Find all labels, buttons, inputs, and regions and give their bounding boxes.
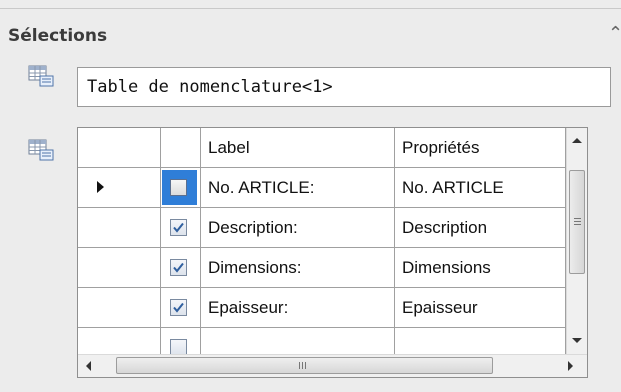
row-header[interactable] bbox=[78, 168, 161, 208]
properties-grid: Label Propriétés No. ARTICLE: No. ARTICL… bbox=[77, 127, 588, 378]
scroll-right-icon[interactable] bbox=[568, 361, 573, 371]
label-cell[interactable]: Epaisseur: bbox=[201, 288, 395, 328]
label-cell[interactable]: Description: bbox=[201, 208, 395, 248]
row-checkbox-cell[interactable] bbox=[161, 288, 201, 328]
label-cell[interactable]: No. ARTICLE: bbox=[201, 168, 395, 208]
column-header-label[interactable]: Label bbox=[201, 128, 395, 168]
label-cell[interactable]: Dimensions: bbox=[201, 248, 395, 288]
row-header[interactable] bbox=[78, 208, 161, 248]
include-checkbox[interactable] bbox=[170, 259, 187, 276]
row-header[interactable] bbox=[78, 328, 161, 354]
scroll-down-icon[interactable] bbox=[572, 338, 582, 343]
scroll-up-icon[interactable] bbox=[572, 138, 582, 143]
property-cell[interactable]: No. ARTICLE bbox=[395, 168, 566, 208]
section-title: Sélections bbox=[8, 26, 108, 46]
focus-indicator bbox=[162, 170, 197, 205]
grid-corner-header bbox=[78, 128, 161, 168]
selected-table-field[interactable]: Table de nomenclature<1> bbox=[77, 67, 611, 107]
row-header[interactable] bbox=[78, 288, 161, 328]
vertical-scrollbar[interactable] bbox=[566, 128, 587, 354]
grid-check-header bbox=[161, 128, 201, 168]
column-header-properties[interactable]: Propriétés bbox=[395, 128, 566, 168]
include-checkbox[interactable] bbox=[170, 339, 187, 354]
include-checkbox[interactable] bbox=[170, 179, 187, 196]
table-select-icon[interactable] bbox=[27, 63, 57, 91]
property-cell[interactable]: Description bbox=[395, 208, 566, 248]
horizontal-scroll-thumb[interactable] bbox=[116, 357, 493, 374]
include-checkbox[interactable] bbox=[170, 219, 187, 236]
property-cell[interactable] bbox=[395, 328, 566, 354]
vertical-scroll-thumb[interactable] bbox=[569, 170, 585, 274]
row-checkbox-cell[interactable] bbox=[161, 248, 201, 288]
row-checkbox-cell[interactable] bbox=[161, 168, 201, 208]
scroll-left-icon[interactable] bbox=[86, 361, 91, 371]
horizontal-scrollbar[interactable] bbox=[78, 354, 587, 377]
checkmark-icon bbox=[173, 262, 184, 273]
row-header[interactable] bbox=[78, 248, 161, 288]
label-cell[interactable] bbox=[201, 328, 395, 354]
grid-body: Label Propriétés No. ARTICLE: No. ARTICL… bbox=[78, 128, 587, 354]
table-select-icon[interactable] bbox=[27, 137, 57, 165]
current-row-icon bbox=[97, 181, 104, 193]
checkmark-icon bbox=[173, 302, 184, 313]
property-cell[interactable]: Dimensions bbox=[395, 248, 566, 288]
row-checkbox-cell[interactable] bbox=[161, 208, 201, 248]
checkmark-icon bbox=[173, 222, 184, 233]
include-checkbox[interactable] bbox=[170, 299, 187, 316]
top-divider bbox=[0, 8, 621, 9]
collapse-icon[interactable]: ⌃ bbox=[608, 24, 621, 42]
property-cell[interactable]: Epaisseur bbox=[395, 288, 566, 328]
row-checkbox-cell[interactable] bbox=[161, 328, 201, 354]
